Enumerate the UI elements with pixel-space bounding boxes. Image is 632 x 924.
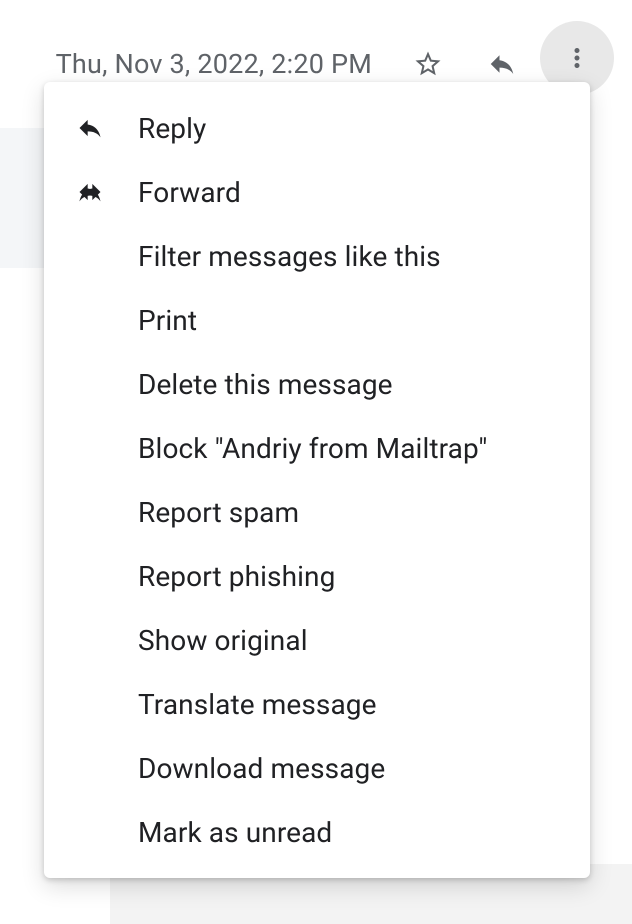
forward-icon — [76, 178, 138, 206]
menu-label: Delete this message — [138, 368, 393, 401]
star-button[interactable] — [406, 42, 450, 86]
menu-label: Mark as unread — [138, 816, 332, 849]
menu-label: Report phishing — [138, 560, 335, 593]
reply-icon — [76, 114, 138, 142]
menu-label: Report spam — [138, 496, 299, 529]
menu-item-show-original[interactable]: Show original — [44, 608, 590, 672]
menu-item-translate[interactable]: Translate message — [44, 672, 590, 736]
email-timestamp: Thu, Nov 3, 2022, 2:20 PM — [56, 48, 372, 80]
menu-label: Reply — [138, 112, 206, 145]
menu-item-forward[interactable]: Forward — [44, 160, 590, 224]
menu-item-reply[interactable]: Reply — [44, 96, 590, 160]
more-vert-icon — [562, 43, 592, 73]
bg-stripe — [0, 128, 44, 268]
reply-button[interactable] — [480, 42, 524, 86]
menu-item-download[interactable]: Download message — [44, 736, 590, 800]
menu-label: Block "Andriy from Mailtrap" — [138, 432, 488, 465]
menu-label: Forward — [138, 176, 241, 209]
star-icon — [413, 49, 443, 79]
menu-label: Show original — [138, 624, 308, 657]
menu-item-report-spam[interactable]: Report spam — [44, 480, 590, 544]
reply-arrow-icon — [487, 49, 517, 79]
menu-item-filter[interactable]: Filter messages like this — [44, 224, 590, 288]
menu-label: Print — [138, 304, 197, 337]
menu-item-mark-unread[interactable]: Mark as unread — [44, 800, 590, 864]
menu-label: Download message — [138, 752, 385, 785]
menu-label: Filter messages like this — [138, 240, 441, 273]
message-actions-menu: Reply Forward Filter messages like this … — [44, 82, 590, 878]
menu-item-print[interactable]: Print — [44, 288, 590, 352]
menu-label: Translate message — [138, 688, 377, 721]
menu-item-block[interactable]: Block "Andriy from Mailtrap" — [44, 416, 590, 480]
menu-item-report-phishing[interactable]: Report phishing — [44, 544, 590, 608]
menu-item-delete[interactable]: Delete this message — [44, 352, 590, 416]
